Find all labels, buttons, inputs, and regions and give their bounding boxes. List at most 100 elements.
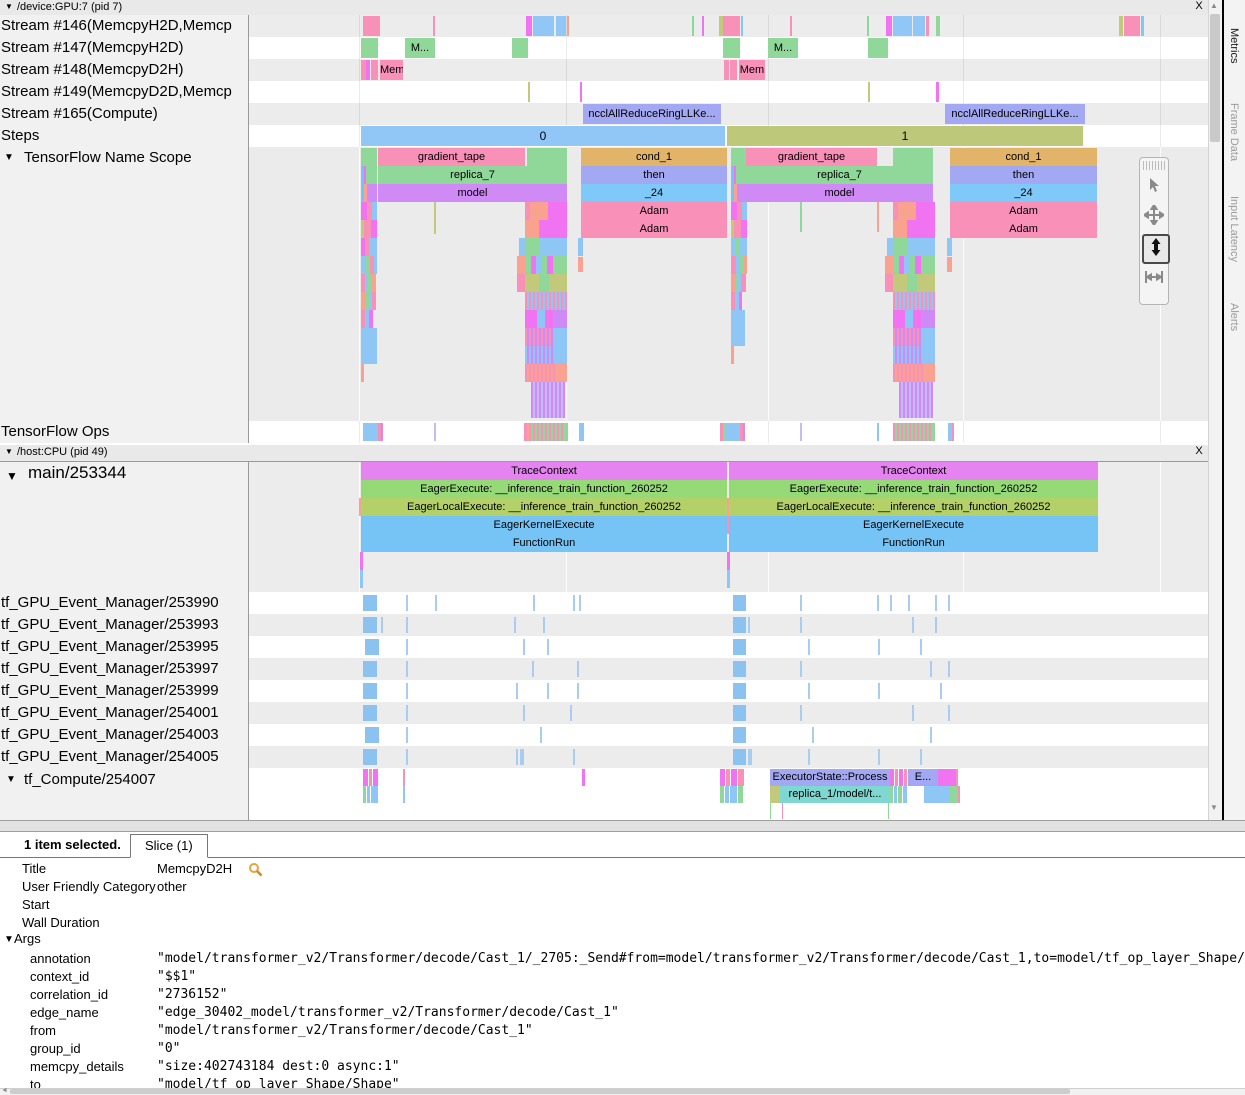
trace-bar[interactable]	[958, 786, 960, 803]
event-slice[interactable]	[733, 661, 746, 677]
trace-bar[interactable]	[741, 220, 747, 238]
trace-bar[interactable]	[555, 346, 567, 364]
trace-bar[interactable]	[433, 16, 435, 36]
trace-bar[interactable]: gradient_tape	[378, 148, 525, 166]
trace-bar[interactable]	[877, 202, 879, 232]
trace-bar[interactable]	[921, 310, 935, 328]
event-slice[interactable]	[800, 705, 802, 721]
trace-bar[interactable]	[580, 82, 582, 102]
trace-bar[interactable]	[531, 382, 565, 400]
event-slice[interactable]	[363, 683, 377, 699]
trace-bar[interactable]	[531, 400, 565, 418]
event-slice[interactable]	[930, 661, 932, 677]
trace-bar[interactable]	[526, 16, 532, 36]
trace-bar[interactable]	[938, 769, 956, 786]
trace-bar[interactable]	[947, 238, 952, 256]
event-slice[interactable]	[878, 639, 880, 655]
event-slice[interactable]	[579, 595, 581, 611]
trace-bar[interactable]: cond_1	[581, 148, 727, 166]
palette-drag-handle[interactable]	[1143, 161, 1165, 170]
trace-bar[interactable]	[893, 292, 935, 310]
event-slice[interactable]	[533, 595, 535, 611]
trace-bar[interactable]	[893, 16, 912, 36]
compute-collapse-icon[interactable]: ▼	[6, 774, 16, 785]
event-slice[interactable]	[733, 705, 746, 721]
event-slice[interactable]	[912, 705, 914, 721]
args-collapse-icon[interactable]: ▼	[4, 934, 14, 945]
trace-bar[interactable]	[565, 423, 568, 441]
trace-bar[interactable]	[360, 570, 363, 588]
trace-bar[interactable]	[403, 786, 405, 803]
event-slice[interactable]	[516, 749, 518, 765]
trace-bar[interactable]	[903, 786, 907, 803]
event-slice[interactable]	[532, 661, 534, 677]
trace-bar[interactable]	[530, 202, 548, 220]
event-slice[interactable]	[877, 595, 879, 611]
trace-bar[interactable]	[886, 16, 892, 36]
trace-bar[interactable]	[893, 423, 931, 441]
event-slice[interactable]	[406, 683, 408, 699]
trace-bar[interactable]	[899, 769, 903, 786]
trace-bar[interactable]	[537, 310, 545, 328]
trace-bar[interactable]	[361, 148, 377, 166]
event-slice[interactable]	[573, 595, 575, 611]
event-slice[interactable]	[733, 727, 746, 743]
collapse-icon[interactable]: ▼	[5, 447, 13, 456]
trace-bar[interactable]	[366, 60, 370, 80]
trace-bar[interactable]	[1141, 16, 1144, 36]
event-slice[interactable]	[733, 595, 746, 611]
trace-bar[interactable]: model	[746, 184, 933, 202]
event-slice[interactable]	[363, 617, 377, 633]
trace-bar[interactable]: FunctionRun	[729, 534, 1098, 552]
event-slice[interactable]	[547, 683, 549, 699]
trace-bar[interactable]	[907, 220, 935, 238]
cpu-close-button[interactable]: X	[1192, 445, 1206, 457]
event-slice[interactable]	[570, 705, 572, 721]
trace-bar[interactable]	[931, 423, 935, 441]
trace-bar[interactable]: _24	[581, 184, 727, 202]
event-slice[interactable]	[406, 595, 408, 611]
trace-bar[interactable]	[434, 202, 436, 234]
trace-bar[interactable]	[867, 16, 869, 36]
trace-bar[interactable]	[533, 16, 554, 36]
event-slice[interactable]	[808, 683, 810, 699]
trace-bar[interactable]	[899, 382, 933, 400]
trace-bar[interactable]	[539, 238, 567, 256]
trace-bar[interactable]	[512, 38, 528, 58]
sidebar-tab-frame-data[interactable]: Frame Data	[1228, 103, 1240, 161]
trace-bar[interactable]: ncclAllReduceRingLLKe...	[945, 104, 1085, 124]
trace-bar[interactable]	[907, 238, 935, 256]
magnifier-icon[interactable]	[248, 862, 263, 880]
trace-bar[interactable]	[905, 310, 913, 328]
trace-bar[interactable]	[1124, 16, 1140, 36]
sidebar-tab-metrics[interactable]: Metrics	[1228, 28, 1240, 63]
trace-bar[interactable]	[529, 423, 565, 441]
event-slice[interactable]	[406, 705, 408, 721]
trace-bar[interactable]	[790, 16, 792, 36]
trace-bar[interactable]	[921, 328, 935, 346]
trace-bar[interactable]	[369, 238, 377, 256]
trace-bar[interactable]	[731, 310, 745, 328]
event-slice[interactable]	[733, 749, 746, 765]
event-slice[interactable]	[940, 683, 942, 699]
trace-bar[interactable]	[702, 16, 704, 36]
trace-bar[interactable]	[904, 769, 907, 786]
trace-bar[interactable]	[947, 257, 952, 272]
trace-bar[interactable]: EagerLocalExecute: __inference_train_fun…	[729, 498, 1098, 516]
panel-splitter[interactable]	[0, 820, 1245, 832]
trace-bar[interactable]: Adam	[950, 202, 1097, 220]
trace-bar[interactable]	[913, 310, 921, 328]
trace-bar[interactable]	[894, 786, 897, 803]
trace-bar[interactable]	[736, 166, 746, 184]
trace-bar[interactable]	[723, 16, 740, 36]
trace-bar[interactable]: cond_1	[950, 148, 1097, 166]
trace-bar[interactable]	[539, 274, 549, 292]
trace-bar[interactable]	[800, 202, 802, 232]
trace-bar[interactable]	[369, 769, 372, 786]
trace-bar[interactable]: replica_1/model/t...	[780, 786, 890, 803]
trace-bar[interactable]	[517, 274, 525, 292]
trace-bar[interactable]	[525, 220, 539, 238]
trace-bar[interactable]	[372, 292, 376, 310]
event-slice[interactable]	[543, 617, 545, 633]
scroll-left-icon[interactable]: ◄	[1, 1087, 8, 1094]
